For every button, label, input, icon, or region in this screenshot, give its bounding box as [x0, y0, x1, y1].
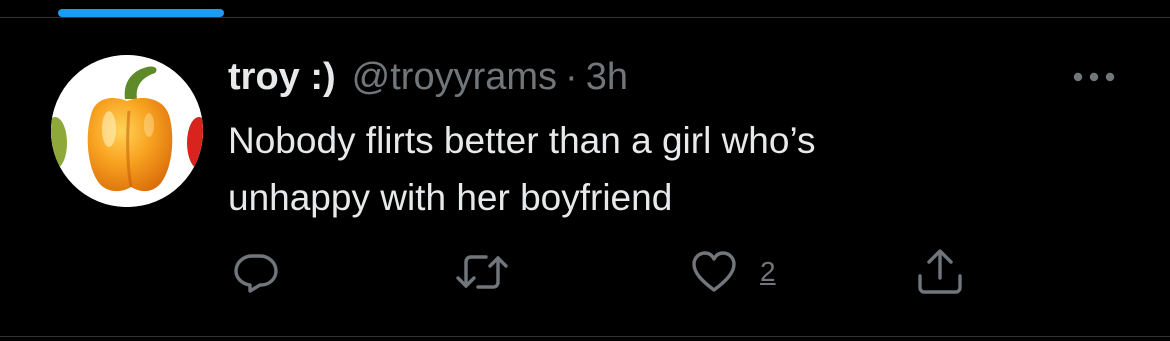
display-name[interactable]: troy :) [228, 54, 336, 100]
share-button[interactable] [914, 248, 966, 296]
avatar[interactable] [51, 55, 203, 207]
tweet-text: Nobody flirts better than a girl who’s u… [228, 120, 816, 218]
share-icon [918, 249, 962, 294]
like-count[interactable]: 2 [760, 256, 776, 288]
active-tab-indicator [58, 9, 224, 17]
more-options-button[interactable] [1068, 62, 1120, 92]
user-handle[interactable]: @troyyrams [352, 54, 557, 100]
retweet-button[interactable] [454, 248, 510, 296]
bell-pepper-avatar-image [51, 55, 203, 207]
top-divider [0, 17, 1170, 18]
tweet-timestamp[interactable]: 3h [586, 54, 628, 100]
header-separator: · [565, 56, 578, 98]
reply-icon [234, 254, 278, 293]
tweet-screen: troy :) @troyyrams · 3h Nobody flirts be… [0, 0, 1170, 341]
like-button[interactable]: 2 [690, 248, 776, 296]
bottom-divider [0, 336, 1170, 337]
heart-icon [692, 251, 736, 292]
more-horizontal-icon [1073, 72, 1115, 82]
reply-button[interactable] [232, 248, 280, 296]
tweet-header: troy :) @troyyrams · 3h [228, 54, 628, 100]
retweet-icon [456, 255, 508, 289]
